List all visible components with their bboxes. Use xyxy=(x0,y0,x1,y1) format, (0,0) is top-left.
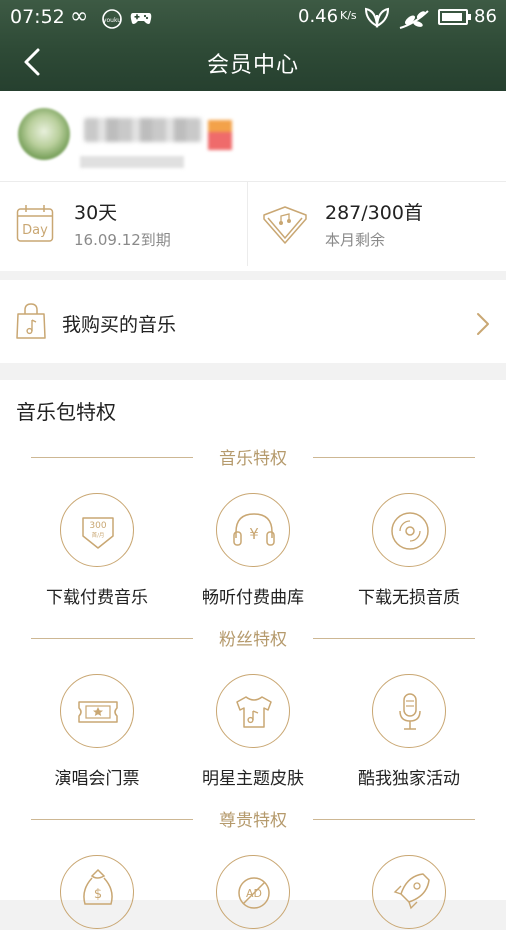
privilege-exclusive-events[interactable]: 酷我独家活动 xyxy=(331,674,487,789)
privilege-premium-no-ads[interactable]: AD xyxy=(175,855,331,929)
days-remaining: 30天 xyxy=(74,202,118,224)
network-speed-unit: K/s xyxy=(340,9,357,22)
expiry-date: 16.09.12到期 xyxy=(74,231,171,249)
ticket-star-icon xyxy=(78,701,118,723)
privilege-premium-money[interactable]: $ xyxy=(19,855,175,929)
privilege-label: 酷我独家活动 xyxy=(358,769,460,789)
headphones-yen-icon: ¥ xyxy=(233,513,275,546)
username-blurred xyxy=(84,118,202,142)
privilege-label: 畅听付费曲库 xyxy=(202,588,304,608)
status-time: 07:52 xyxy=(10,6,65,28)
divider xyxy=(313,819,475,820)
category-title-premium: 尊贵特权 xyxy=(219,811,287,831)
songs-remaining: 287/300首 xyxy=(325,202,423,224)
rocket-icon xyxy=(393,873,430,910)
privilege-star-theme-skins[interactable]: 明星主题皮肤 xyxy=(175,674,331,789)
privilege-label: 下载付费音乐 xyxy=(46,588,148,608)
privilege-label: 演唱会门票 xyxy=(54,769,140,789)
network-speed: 0.46 xyxy=(298,6,339,27)
microphone-icon xyxy=(399,693,421,730)
chevron-right-icon xyxy=(477,313,489,335)
battery-icon xyxy=(438,9,471,25)
divider xyxy=(31,638,193,639)
privilege-label: 下载无损音质 xyxy=(358,588,460,608)
vip-badge-icon xyxy=(208,120,232,150)
download-300-icon: 300 首/月 xyxy=(82,517,114,549)
privilege-stream-paid-library[interactable]: ¥ 畅听付费曲库 xyxy=(175,493,331,608)
privilege-premium-speed[interactable] xyxy=(331,855,487,929)
no-ads-icon: AD xyxy=(238,877,270,909)
icon-text: 300 xyxy=(89,521,106,531)
icon-subtext: 首/月 xyxy=(92,531,105,539)
money-bag-icon: $ xyxy=(83,868,113,905)
category-title-fans: 粉丝特权 xyxy=(219,630,287,650)
song-quota-icon xyxy=(263,206,307,244)
svg-text:youku: youku xyxy=(103,17,121,24)
divider xyxy=(31,457,193,458)
privilege-label: 明星主题皮肤 xyxy=(202,769,304,789)
page-title: 会员中心 xyxy=(206,53,299,78)
wifi-leaf-icon xyxy=(399,10,429,29)
disc-icon xyxy=(391,512,429,550)
svg-text:AD: AD xyxy=(246,887,262,900)
privilege-concert-tickets[interactable]: 演唱会门票 xyxy=(19,674,175,789)
icon-text: ¥ xyxy=(249,525,259,543)
divider xyxy=(0,181,506,182)
divider xyxy=(247,182,248,266)
category-title-music: 音乐特权 xyxy=(219,449,287,469)
privileges-title: 音乐包特权 xyxy=(16,400,116,424)
gamepad-icon xyxy=(130,13,152,24)
calendar-icon-text: Day xyxy=(22,223,48,238)
privilege-download-paid-music[interactable]: 300 首/月 下载付费音乐 xyxy=(19,493,175,608)
status-bar: 07:52 ∞ youku 0.46 K/s 86 xyxy=(0,0,506,36)
navbar: 会员中心 xyxy=(0,36,506,91)
songs-remaining-label: 本月剩余 xyxy=(325,231,386,249)
signal-leaf-icon xyxy=(364,7,390,28)
divider xyxy=(31,819,193,820)
calendar-day-icon: Day xyxy=(16,205,54,242)
purchased-music-label: 我购买的音乐 xyxy=(62,314,177,336)
battery-level: 86 xyxy=(474,6,497,27)
divider xyxy=(313,638,475,639)
shopping-bag-icon xyxy=(16,303,46,339)
header: 07:52 ∞ youku 0.46 K/s 86 会员中心 xyxy=(0,0,506,91)
user-id-blurred xyxy=(80,156,184,168)
avatar[interactable] xyxy=(18,108,70,160)
tshirt-music-icon xyxy=(236,696,272,728)
youku-icon: youku xyxy=(102,9,122,29)
infinity-icon: ∞ xyxy=(70,4,89,29)
privilege-download-lossless[interactable]: 下载无损音质 xyxy=(331,493,487,608)
purchased-music-row[interactable]: 我购买的音乐 xyxy=(0,280,506,363)
divider xyxy=(313,457,475,458)
